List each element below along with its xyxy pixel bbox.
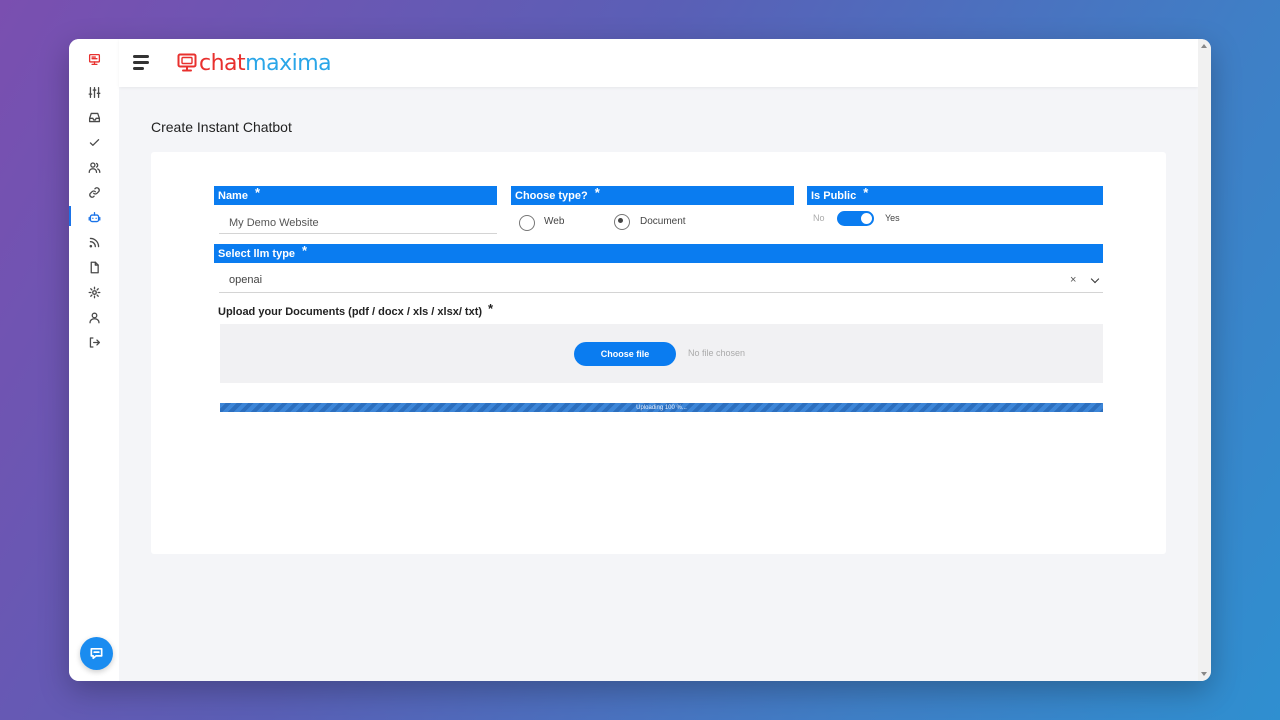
monitor-logo-icon[interactable] [83, 50, 105, 68]
upload-label-text: Upload your Documents (pdf / docx / xls … [218, 306, 483, 318]
choose-file-button[interactable]: Choose file [574, 342, 676, 366]
file-icon[interactable] [83, 258, 105, 276]
clear-icon[interactable]: × [1070, 274, 1076, 286]
radio-web[interactable] [519, 215, 535, 231]
required-star: * [863, 185, 869, 200]
rss-icon[interactable] [83, 233, 105, 251]
scroll-up-arrow[interactable] [1201, 44, 1207, 48]
hamburger-menu-icon[interactable] [133, 55, 151, 71]
llm-label: Select llm type * [214, 243, 1103, 263]
monitor-logo-icon [177, 53, 197, 72]
link-icon[interactable] [83, 183, 105, 201]
app-window: chat maxima Create Instant Chatbot Name * … [69, 39, 1211, 681]
required-star: * [488, 301, 494, 316]
name-label-text: Name [218, 189, 248, 202]
top-bar: chat maxima [119, 39, 1198, 87]
logout-icon[interactable] [83, 333, 105, 351]
upload-dropzone[interactable]: Choose file No file chosen [220, 324, 1103, 383]
radio-document-label: Document [640, 216, 686, 227]
brand-logo[interactable]: chat maxima [177, 50, 332, 76]
form-card: Name * Choose type? * Web Document Is Publ… [151, 152, 1166, 554]
upload-progress-text: Uploading 100 %... [636, 404, 687, 411]
users-icon[interactable] [83, 158, 105, 176]
page-title: Create Instant Chatbot [151, 119, 292, 135]
llm-label-text: Select llm type [218, 247, 296, 260]
gear-icon[interactable] [83, 283, 105, 301]
upload-label: Upload your Documents (pdf / docx / xls … [218, 301, 494, 318]
radio-web-label: Web [544, 216, 565, 227]
required-star: * [254, 185, 261, 200]
sidebar [69, 39, 119, 681]
public-no-label: No [813, 213, 825, 223]
scroll-down-arrow[interactable] [1201, 672, 1207, 676]
brand-maxima-text: maxima [245, 50, 332, 76]
radio-document[interactable] [614, 214, 630, 230]
upload-progress-bar: Uploading 100 %... [220, 403, 1103, 412]
name-label: Name * [214, 185, 497, 205]
public-label-text: Is Public [811, 189, 857, 202]
name-input[interactable] [219, 212, 497, 234]
no-file-text: No file chosen [688, 348, 746, 358]
type-label: Choose type? * [511, 185, 794, 205]
sliders-icon[interactable] [83, 83, 105, 101]
chat-bubble-icon [90, 647, 103, 660]
inbox-icon[interactable] [83, 108, 105, 126]
llm-select-value: openai [229, 274, 263, 286]
chat-fab-button[interactable] [80, 637, 113, 670]
required-star: * [594, 185, 600, 200]
public-yes-label: Yes [885, 213, 900, 223]
check-icon[interactable] [83, 133, 105, 151]
public-toggle[interactable] [837, 211, 874, 226]
required-star: * [302, 243, 308, 258]
brand-chat-text: chat [199, 50, 246, 76]
active-indicator [69, 206, 71, 226]
public-label: Is Public * [807, 185, 1103, 205]
type-label-text: Choose type? [515, 189, 588, 202]
chevron-down-icon[interactable] [1090, 274, 1100, 284]
user-icon[interactable] [83, 308, 105, 326]
llm-select[interactable]: openai × [219, 268, 1103, 293]
scrollbar[interactable] [1198, 39, 1211, 681]
bot-icon[interactable] [83, 208, 105, 226]
